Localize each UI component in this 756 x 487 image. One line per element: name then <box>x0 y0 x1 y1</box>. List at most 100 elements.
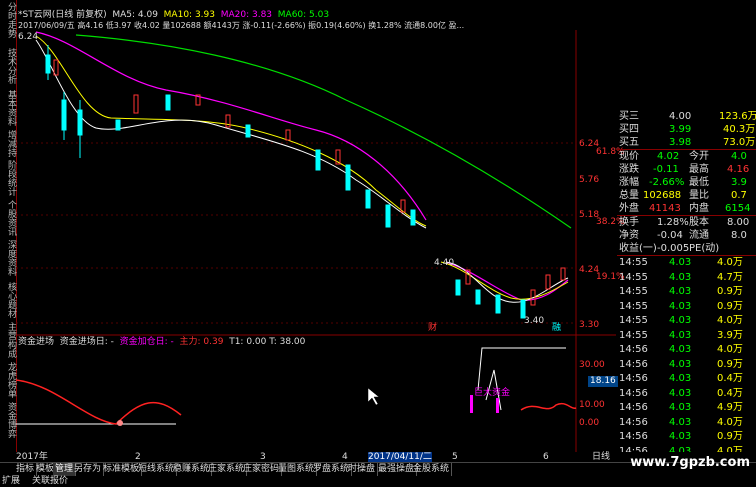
chart-high-label: 6.24 <box>18 32 39 42</box>
tick-row: 14:56 4.03 4.9万 <box>617 401 756 414</box>
tick-volume: 4.0万 <box>717 257 743 268</box>
nav-item-core[interactable]: 核心题材 <box>1 282 16 318</box>
nav-item-revenue[interactable]: 主营构成 <box>1 322 16 358</box>
tick-price: 4.03 <box>669 416 692 428</box>
tick-time: 14:55 <box>619 286 648 297</box>
tick-volume: 4.7万 <box>717 271 743 283</box>
tick-price: 4.03 <box>669 387 692 399</box>
nav-item-technical[interactable]: 技术分析 <box>1 48 16 84</box>
tick-time: 14:56 <box>619 402 648 413</box>
sub-axis-cursor: 18.16 <box>588 376 618 387</box>
chart-left-label: 4.40 <box>434 258 455 268</box>
tab-saveas[interactable]: 另存为 <box>72 463 105 476</box>
stat-row-3: 总量 102688 量比 0.7 <box>619 190 747 201</box>
tick-volume: 0.4万 <box>717 373 743 384</box>
tick-row: 14:56 4.03 0.9万 <box>617 358 756 371</box>
tick-row: 14:56 4.03 0.4万 <box>617 372 756 385</box>
sub-header: 资金进场 资金进场日: - 资金加仓日: - 主力: 0.39 T1: 0.00… <box>18 337 305 348</box>
tick-time: 14:55 <box>619 257 648 268</box>
tick-price: 4.03 <box>669 402 692 413</box>
tick-row: 14:55 4.03 4.0万 <box>617 256 756 269</box>
nav-item-stage[interactable]: 阶段统计 <box>1 160 16 196</box>
ask-row-3: 买三 4.00 123.6万 <box>619 111 756 122</box>
tick-time: 14:56 <box>619 373 648 384</box>
sub-axis-3: 0.00 <box>579 418 600 428</box>
quote-panel: 买三 4.00 123.6万 买四 3.99 40.3万 买五 3.98 73.0万 现价 4… <box>617 110 756 462</box>
tick-price: 4.03 <box>669 271 692 283</box>
tick-time: 14:56 <box>619 416 648 428</box>
watermark: www.7gpzb.com <box>630 455 750 470</box>
sub-axis-2: 10.00 <box>579 400 605 410</box>
stat-row-6: 净资 -0.04 流通 8.0 <box>619 230 747 241</box>
tick-row: 14:55 4.03 4.7万 <box>617 271 756 284</box>
tick-time: 14:55 <box>619 271 648 283</box>
tick-row: 14:55 4.03 0.9万 <box>617 285 756 298</box>
tick-price: 4.03 <box>669 286 692 297</box>
tick-volume: 0.9万 <box>717 286 743 297</box>
ask-row-4: 买四 3.99 40.3万 <box>619 124 756 135</box>
nav-item-deep[interactable]: 深度资料 <box>1 240 16 276</box>
tick-row: 14:56 4.03 4.0万 <box>617 416 756 429</box>
tick-row: 14:55 4.03 4.0万 <box>617 314 756 327</box>
sub-big-funds-label: 巨大资金 <box>474 388 511 398</box>
tick-time: 14:55 <box>619 300 648 312</box>
tick-price: 4.03 <box>669 315 692 326</box>
price-label-2: 5.76 <box>579 175 600 185</box>
status-expand[interactable]: 扩展 <box>2 476 20 487</box>
ask-row-5: 买五 3.98 73.0万 <box>619 137 756 148</box>
marker-cai[interactable]: 财 <box>428 323 437 334</box>
tick-volume: 0.4万 <box>717 387 743 399</box>
tick-time: 14:56 <box>619 431 648 442</box>
price-label-5: 3.30 <box>579 320 600 330</box>
tick-volume: 4.0万 <box>717 315 743 326</box>
tick-time: 14:56 <box>619 358 648 370</box>
tick-time: 14:55 <box>619 329 648 341</box>
status-bar: 扩展 关联报价 <box>0 476 756 487</box>
kline-svg <box>16 30 616 452</box>
status-related[interactable]: 关联报价 <box>32 476 68 487</box>
tick-price: 4.03 <box>669 257 692 268</box>
stat-row-2: 涨幅 -2.66% 最低 3.9 <box>619 177 747 188</box>
stat-row-4: 外盘 41143 内盘 6154 <box>619 203 751 214</box>
nav-item-holdings[interactable]: 增减持 <box>1 130 16 157</box>
tick-time: 14:56 <box>619 344 648 355</box>
tick-volume: 4.0万 <box>717 416 743 428</box>
sub-add-label: 资金加仓日: - <box>119 337 174 347</box>
stat-row-7: 收益(一) -0.005 PE(动) <box>619 243 720 254</box>
sub-main-label: 主力: 0.39 <box>179 337 224 347</box>
nav-item-timeshare[interactable]: 分时走势 <box>1 2 16 38</box>
tab-bs[interactable]: 时操盘 <box>346 463 379 476</box>
tick-volume: 0.9万 <box>717 300 743 312</box>
tick-time: 14:55 <box>619 315 648 326</box>
tick-price: 4.03 <box>669 344 692 355</box>
tick-price: 4.03 <box>669 300 692 312</box>
tick-time: 14:56 <box>619 387 648 399</box>
stat-row-0: 现价 4.02 今开 4.0 <box>619 151 747 162</box>
tick-price: 4.03 <box>669 358 692 370</box>
tick-row: 14:55 4.03 3.9万 <box>617 329 756 342</box>
tick-volume: 3.9万 <box>717 329 743 341</box>
nav-item-dragon[interactable]: 龙虎榜单 <box>1 362 16 398</box>
left-vertical-nav: 分时走势 技术分析 基本资料 增减持 阶段统计 个股资讯 深度资料 核心题材 主… <box>0 0 17 462</box>
tick-price: 4.03 <box>669 431 692 442</box>
tick-row: 14:56 4.03 0.4万 <box>617 387 756 400</box>
marker-rong[interactable]: 融 <box>552 323 561 334</box>
kline-chart-area[interactable]: *ST云网(日线 前复权) MA5: 4.09 MA10: 3.93 MA20:… <box>16 0 625 462</box>
tick-price: 4.03 <box>669 373 692 384</box>
stat-row-1: 涨跌 -0.11 最高 4.16 <box>619 164 750 175</box>
chart-low-label: 3.40 <box>524 316 545 326</box>
tab-golden[interactable]: 金股系统 <box>411 463 453 476</box>
tick-row: 14:56 4.03 0.9万 <box>617 430 756 443</box>
tick-price: 4.03 <box>669 329 692 341</box>
nav-item-news[interactable]: 个股资讯 <box>1 200 16 236</box>
tick-volume: 4.0万 <box>717 344 743 355</box>
tick-row: 14:55 4.03 0.9万 <box>617 300 756 313</box>
tick-row: 14:56 4.03 4.0万 <box>617 343 756 356</box>
tick-volume: 0.9万 <box>717 358 743 370</box>
sub-axis-1: 30.00 <box>579 360 605 370</box>
stat-row-5: 换手 1.28% 股本 8.00 <box>619 217 750 228</box>
tick-volume: 0.9万 <box>717 431 743 442</box>
nav-item-basic[interactable]: 基本资料 <box>1 90 16 126</box>
sub-t-label: T1: 0.00 T: 38.00 <box>229 337 306 347</box>
nav-item-capital[interactable]: 资金博弈 <box>1 402 16 438</box>
